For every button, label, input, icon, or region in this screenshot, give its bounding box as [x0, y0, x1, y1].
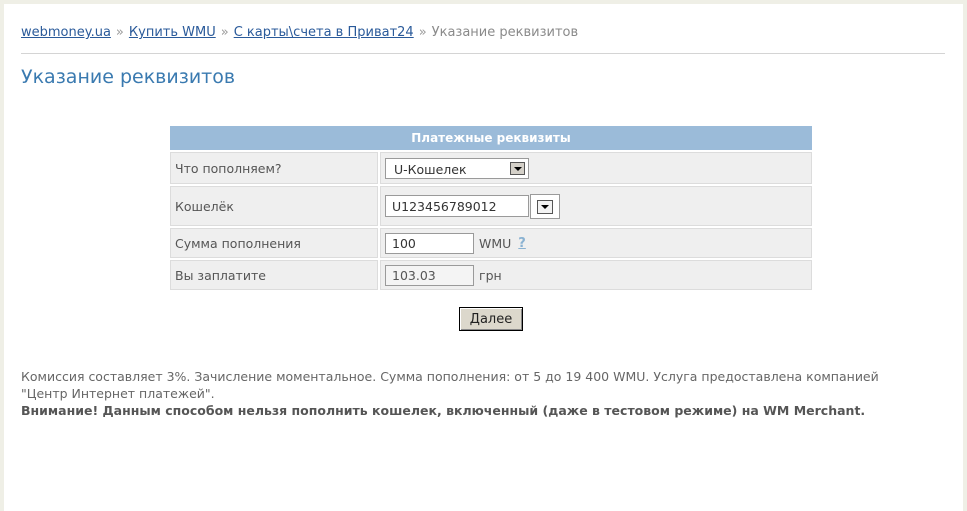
- wallet-label: Кошелёк: [170, 186, 378, 226]
- commission-text: Комиссия составляет 3%. Зачисление момен…: [21, 369, 879, 401]
- pay-label: Вы заплатите: [170, 260, 378, 290]
- warning-text: Внимание! Данным способом нельзя пополни…: [21, 403, 866, 418]
- chevron-down-icon: [537, 199, 553, 214]
- breadcrumb-separator: »: [115, 25, 124, 40]
- amount-unit: WMU: [479, 235, 512, 251]
- help-icon[interactable]: ?: [518, 236, 526, 251]
- wallet-input[interactable]: [385, 195, 529, 217]
- purse-type-value: U-Кошелек: [394, 161, 467, 177]
- breadcrumb-link-buy-wmu[interactable]: Купить WMU: [129, 25, 216, 40]
- wallet-dropdown-button[interactable]: [530, 193, 560, 219]
- breadcrumb-separator: »: [220, 25, 229, 40]
- pay-cell: грн: [380, 260, 812, 290]
- table-row: Кошелёк: [170, 186, 812, 226]
- breadcrumb-link-privat24[interactable]: С карты\счета в Приват24: [234, 25, 414, 40]
- amount-cell: WMU?: [380, 228, 812, 258]
- chevron-down-icon[interactable]: [510, 161, 525, 175]
- breadcrumb-separator: »: [418, 25, 427, 40]
- page: webmoney.ua » Купить WMU » С карты\счета в П…: [4, 4, 963, 511]
- wallet-cell: [380, 186, 812, 226]
- what-label: Что пополняем?: [170, 152, 378, 184]
- amount-label: Сумма пополнения: [170, 228, 378, 258]
- table-header: Платежные реквизиты: [170, 126, 812, 150]
- table-row: Вы заплатите грн: [170, 260, 812, 290]
- payment-details-table: Платежные реквизиты Что пополняем? U-Кош…: [168, 124, 814, 292]
- page-title: Указание реквизитов: [21, 66, 236, 88]
- pay-unit: грн: [479, 267, 502, 283]
- pay-amount-field: [385, 264, 474, 286]
- breadcrumb-link-webmoney[interactable]: webmoney.ua: [21, 25, 111, 40]
- breadcrumb: webmoney.ua » Купить WMU » С карты\счета в П…: [21, 25, 578, 40]
- table-row: Что пополняем? U-Кошелек: [170, 152, 812, 184]
- table-row: Сумма пополнения WMU?: [170, 228, 812, 258]
- divider: [21, 53, 945, 54]
- next-button[interactable]: Далее: [459, 307, 523, 331]
- what-cell: U-Кошелек: [380, 152, 812, 184]
- purse-type-select[interactable]: U-Кошелек: [385, 157, 529, 179]
- amount-input[interactable]: [385, 232, 474, 254]
- breadcrumb-current: Указание реквизитов: [431, 25, 579, 40]
- info-block: Комиссия составляет 3%. Зачисление момен…: [21, 368, 921, 419]
